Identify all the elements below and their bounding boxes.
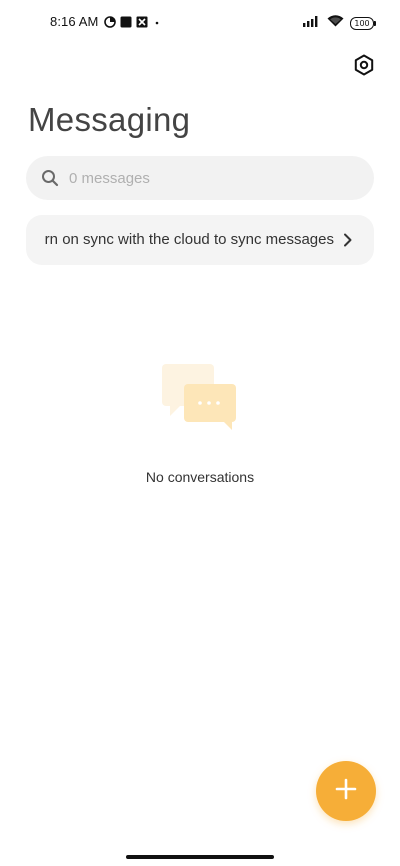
status-bar-right: 100 [303,14,376,32]
sync-banner[interactable]: Turn on sync with the cloud to sync mess… [26,215,374,265]
new-message-button[interactable] [316,761,376,821]
chat-bubbles-icon [162,364,238,432]
settings-hex-icon [353,54,375,81]
wifi-icon [327,14,344,32]
page-title: Messaging [28,101,191,138]
search-bar[interactable] [26,156,374,200]
search-input[interactable] [67,168,331,188]
settings-button[interactable] [352,54,376,81]
battery-icon: 100 [350,16,376,30]
status-bar-left: 8:16 AM [50,14,162,29]
sync-banner-text-container: Turn on sync with the cloud to sync mess… [44,231,334,248]
sync-banner-text: Turn on sync with the cloud to sync mess… [44,231,334,248]
home-indicator[interactable] [126,855,274,859]
data-saver-icon [104,15,117,28]
signal-icon [303,14,321,32]
plus-icon [334,777,358,806]
chevron-right-icon [340,232,356,248]
search-icon [41,169,59,187]
dot-icon [152,16,162,28]
app-notification-icon [136,16,148,28]
status-time: 8:16 AM [50,14,99,29]
status-bar: 8:16 AM 100 [0,0,400,44]
empty-state-text: No conversations [145,469,255,485]
square-notification-icon [120,16,132,28]
